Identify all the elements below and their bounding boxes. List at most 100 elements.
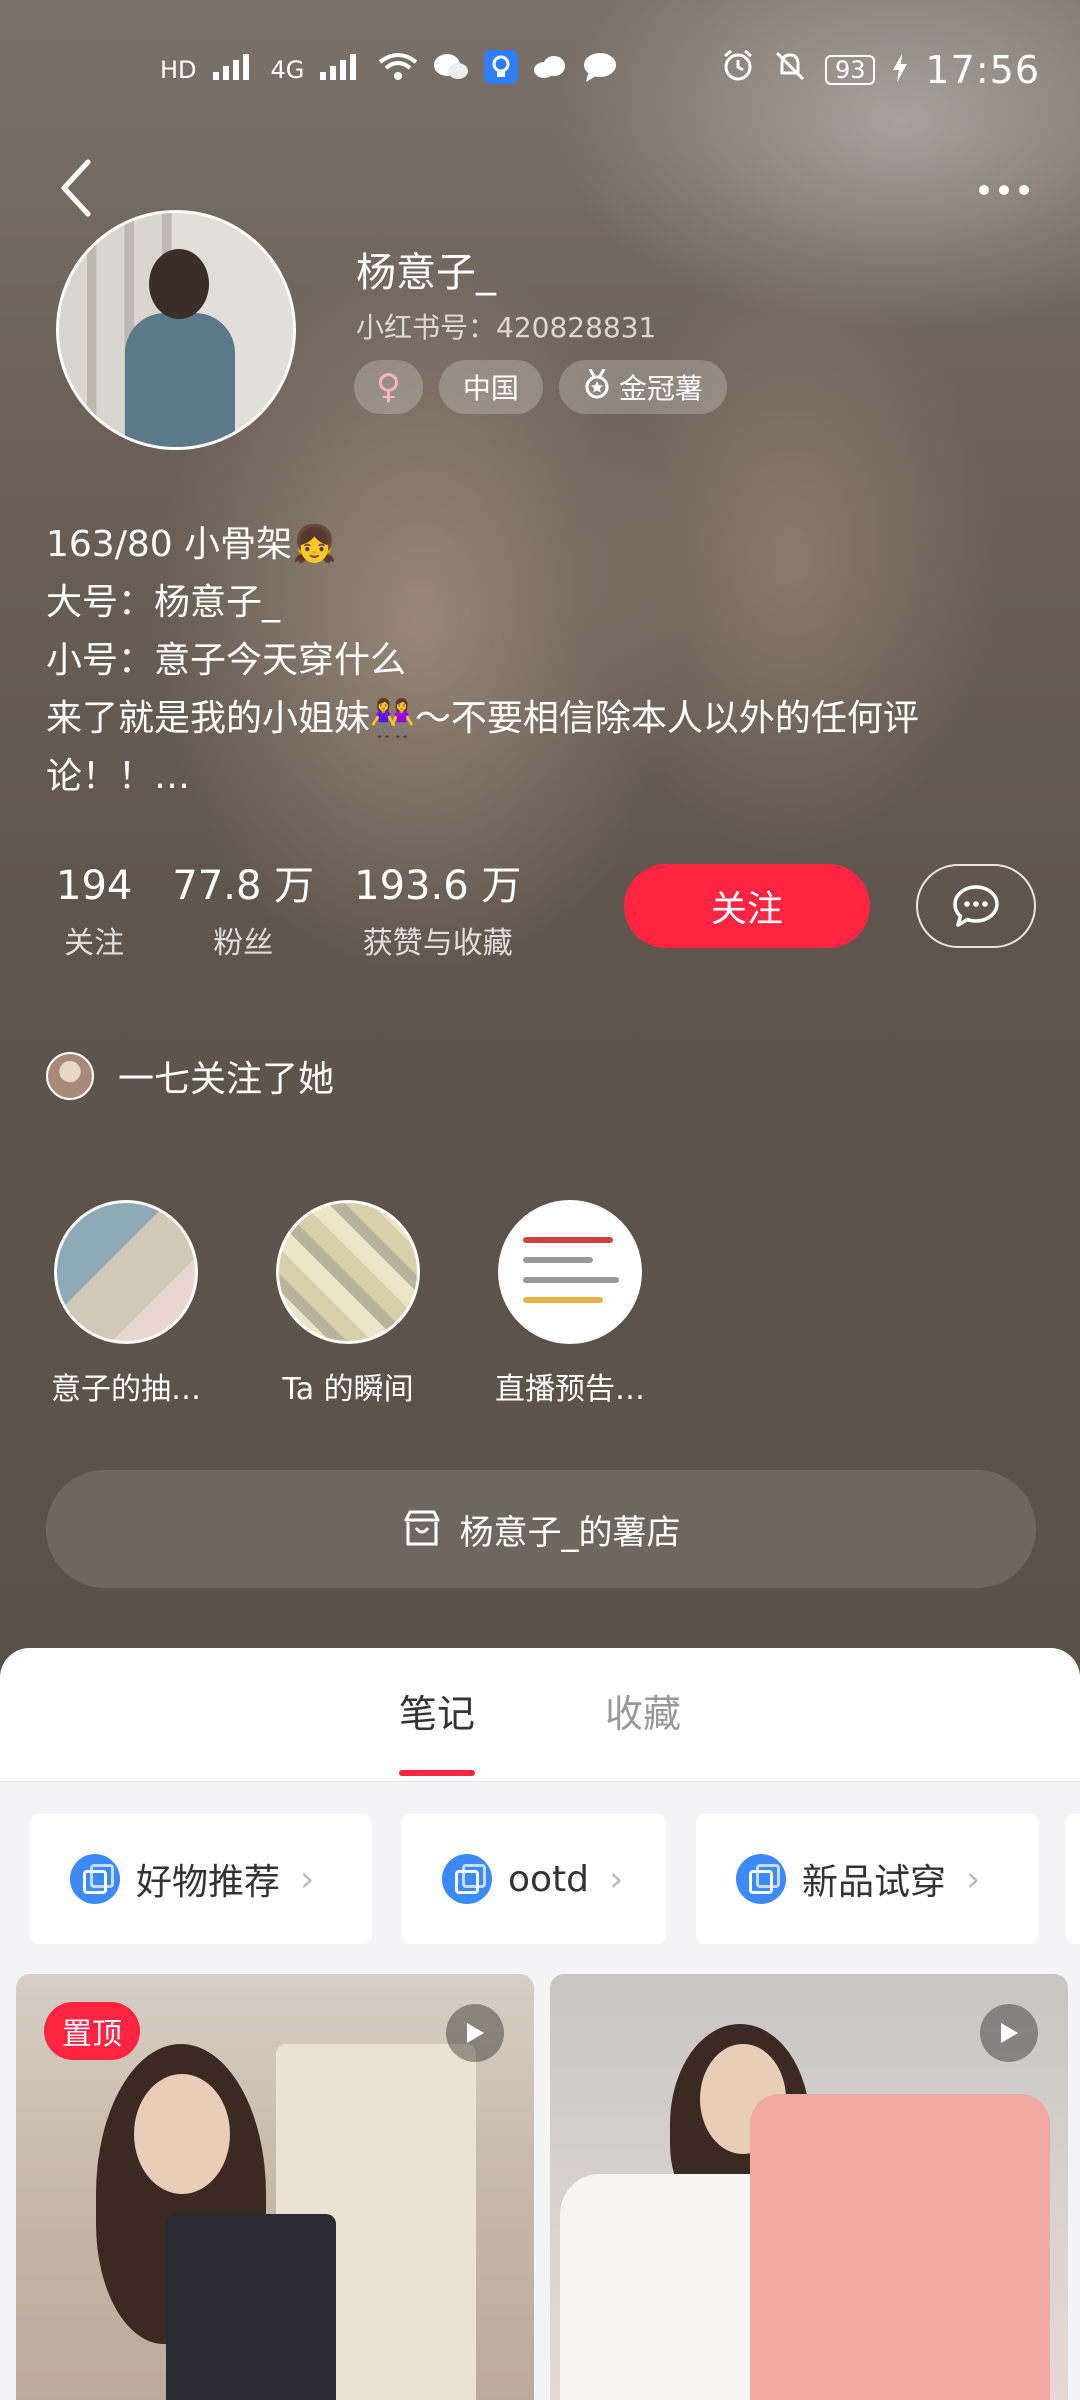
status-right-icons: 93 17:56	[721, 48, 1040, 92]
mutual-follow-text: 一七关注了她	[118, 1059, 335, 1100]
bio-line: 来了就是我的小姐妹👭～不要相信除本人以外的任何评	[46, 698, 919, 739]
profile-nickname: 杨意子_	[356, 250, 496, 296]
chevron-right-icon: ›	[300, 1858, 315, 1900]
stat-likes-collects[interactable]: 193.6 万 获赞与收藏	[354, 860, 521, 962]
collection-chip[interactable]: 新品试穿 ›	[696, 1814, 1038, 1944]
avatar-figure	[125, 313, 235, 447]
collection-label: 好物推荐	[136, 1862, 281, 1903]
highlight-item[interactable]: 意子的抽…	[36, 1200, 216, 1408]
wifi-icon	[378, 52, 418, 88]
stat-followers[interactable]: 77.8 万 粉丝	[172, 860, 314, 962]
stat-following[interactable]: 194 关注	[56, 860, 132, 962]
profile-tags: ♀ 中国 金冠薯	[354, 360, 727, 414]
signal-icon	[318, 52, 364, 88]
status-left-icons: HD 4G	[160, 50, 618, 90]
mute-bell-icon	[773, 49, 807, 92]
cover-line	[523, 1297, 603, 1303]
battery-indicator: 93	[824, 55, 876, 85]
level-tag[interactable]: 金冠薯	[558, 360, 727, 414]
bio-line: 小号：意子今天穿什么	[46, 640, 407, 681]
gender-tag: ♀	[354, 360, 423, 414]
collection-icon	[70, 1854, 120, 1904]
more-dot	[1019, 185, 1029, 195]
chevron-left-icon	[61, 159, 91, 217]
more-dots-icon	[979, 185, 989, 195]
back-button[interactable]	[40, 148, 110, 228]
network-4g-label: 4G	[270, 56, 305, 84]
note-card[interactable]	[550, 1974, 1068, 2400]
more-options-button[interactable]	[964, 160, 1044, 220]
collection-icon	[736, 1854, 786, 1904]
message-button[interactable]	[916, 864, 1036, 948]
wechat-icon	[432, 52, 470, 88]
cloud-icon	[532, 54, 568, 86]
chevron-right-icon: ›	[966, 1858, 981, 1900]
shop-label: 杨意子_的薯店	[459, 1512, 681, 1553]
content-tabs: 笔记 收藏	[0, 1648, 1080, 1782]
message-bubble-icon	[582, 52, 618, 88]
more-dot	[999, 185, 1009, 195]
mutual-avatar	[46, 1052, 94, 1100]
highlight-cover	[498, 1200, 642, 1344]
profile-red-id[interactable]: 小红书号：420828831	[356, 306, 656, 346]
cover-line	[523, 1257, 593, 1263]
content-panel: 笔记 收藏 好物推荐 › ootd › 新品试穿 › 置顶	[0, 1648, 1080, 2400]
stat-value: 194	[56, 863, 133, 909]
highlight-cover	[276, 1200, 420, 1344]
highlight-label: Ta 的瞬间	[282, 1372, 414, 1407]
highlight-item[interactable]: 直播预告…	[480, 1200, 660, 1408]
stat-value: 193.6 万	[354, 863, 522, 909]
collection-label: ootd	[508, 1858, 590, 1900]
play-icon	[980, 2004, 1038, 2062]
chevron-right-icon: ›	[609, 1858, 624, 1900]
notes-grid: 置顶	[16, 1974, 1068, 2400]
location-tag: 中国	[438, 360, 543, 414]
note-garment-pink	[750, 2094, 1050, 2400]
chat-bubble-icon	[953, 885, 999, 927]
collection-chip-overflow[interactable]	[1066, 1814, 1080, 1944]
collection-chip[interactable]: ootd ›	[402, 1814, 666, 1944]
stat-label: 粉丝	[213, 926, 274, 961]
pinned-badge: 置顶	[44, 2002, 140, 2060]
highlight-item[interactable]: Ta 的瞬间	[258, 1200, 438, 1408]
status-bar: HD 4G 93 17:56	[0, 0, 1080, 140]
location-tag-label: 中国	[462, 372, 519, 405]
stat-label: 关注	[64, 926, 125, 961]
highlight-label: 意子的抽…	[51, 1372, 201, 1407]
collection-chip[interactable]: 好物推荐 ›	[30, 1814, 372, 1944]
profile-stats: 194 关注 77.8 万 粉丝 193.6 万 获赞与收藏	[56, 860, 521, 962]
collection-icon	[442, 1854, 492, 1904]
play-icon	[446, 2004, 504, 2062]
note-garment-dark	[166, 2214, 336, 2400]
note-collections: 好物推荐 › ootd › 新品试穿 ›	[30, 1814, 1038, 1944]
highlights-row: 意子的抽… Ta 的瞬间 直播预告…	[36, 1200, 660, 1408]
signal-icon	[211, 52, 257, 88]
note-card[interactable]: 置顶	[16, 1974, 534, 2400]
cover-line	[523, 1237, 613, 1243]
mutual-follow[interactable]: 一七关注了她	[46, 1050, 334, 1102]
female-icon: ♀	[376, 367, 401, 407]
hd-icon: HD	[160, 56, 197, 84]
avatar-figure-head	[149, 249, 209, 319]
profile-bio[interactable]: 163/80 小骨架👧 大号：杨意子_ 小号：意子今天穿什么 来了就是我的小姐妹…	[46, 516, 1046, 806]
tab-collections[interactable]: 收藏	[605, 1683, 681, 1746]
highlight-cover	[54, 1200, 198, 1344]
charging-icon	[893, 50, 908, 91]
shop-button[interactable]: 杨意子_的薯店	[46, 1470, 1036, 1588]
highlight-label: 直播预告…	[495, 1372, 645, 1407]
bio-line: 大号：杨意子_	[46, 582, 281, 623]
cover-line	[523, 1277, 619, 1283]
follow-button[interactable]: 关注	[624, 864, 870, 948]
tab-notes[interactable]: 笔记	[398, 1683, 476, 1776]
bio-line: 论！！…	[46, 756, 191, 797]
medal-icon	[583, 367, 611, 406]
collection-label: 新品试穿	[802, 1862, 947, 1903]
level-tag-label: 金冠薯	[618, 372, 703, 405]
bulb-app-icon	[484, 50, 519, 90]
bio-line: 163/80 小骨架👧	[46, 524, 337, 565]
shop-icon	[404, 1510, 439, 1546]
note-figure-face	[134, 2074, 230, 2194]
alarm-icon	[721, 49, 755, 92]
avatar[interactable]	[56, 210, 296, 450]
stat-label: 获赞与收藏	[362, 926, 513, 961]
